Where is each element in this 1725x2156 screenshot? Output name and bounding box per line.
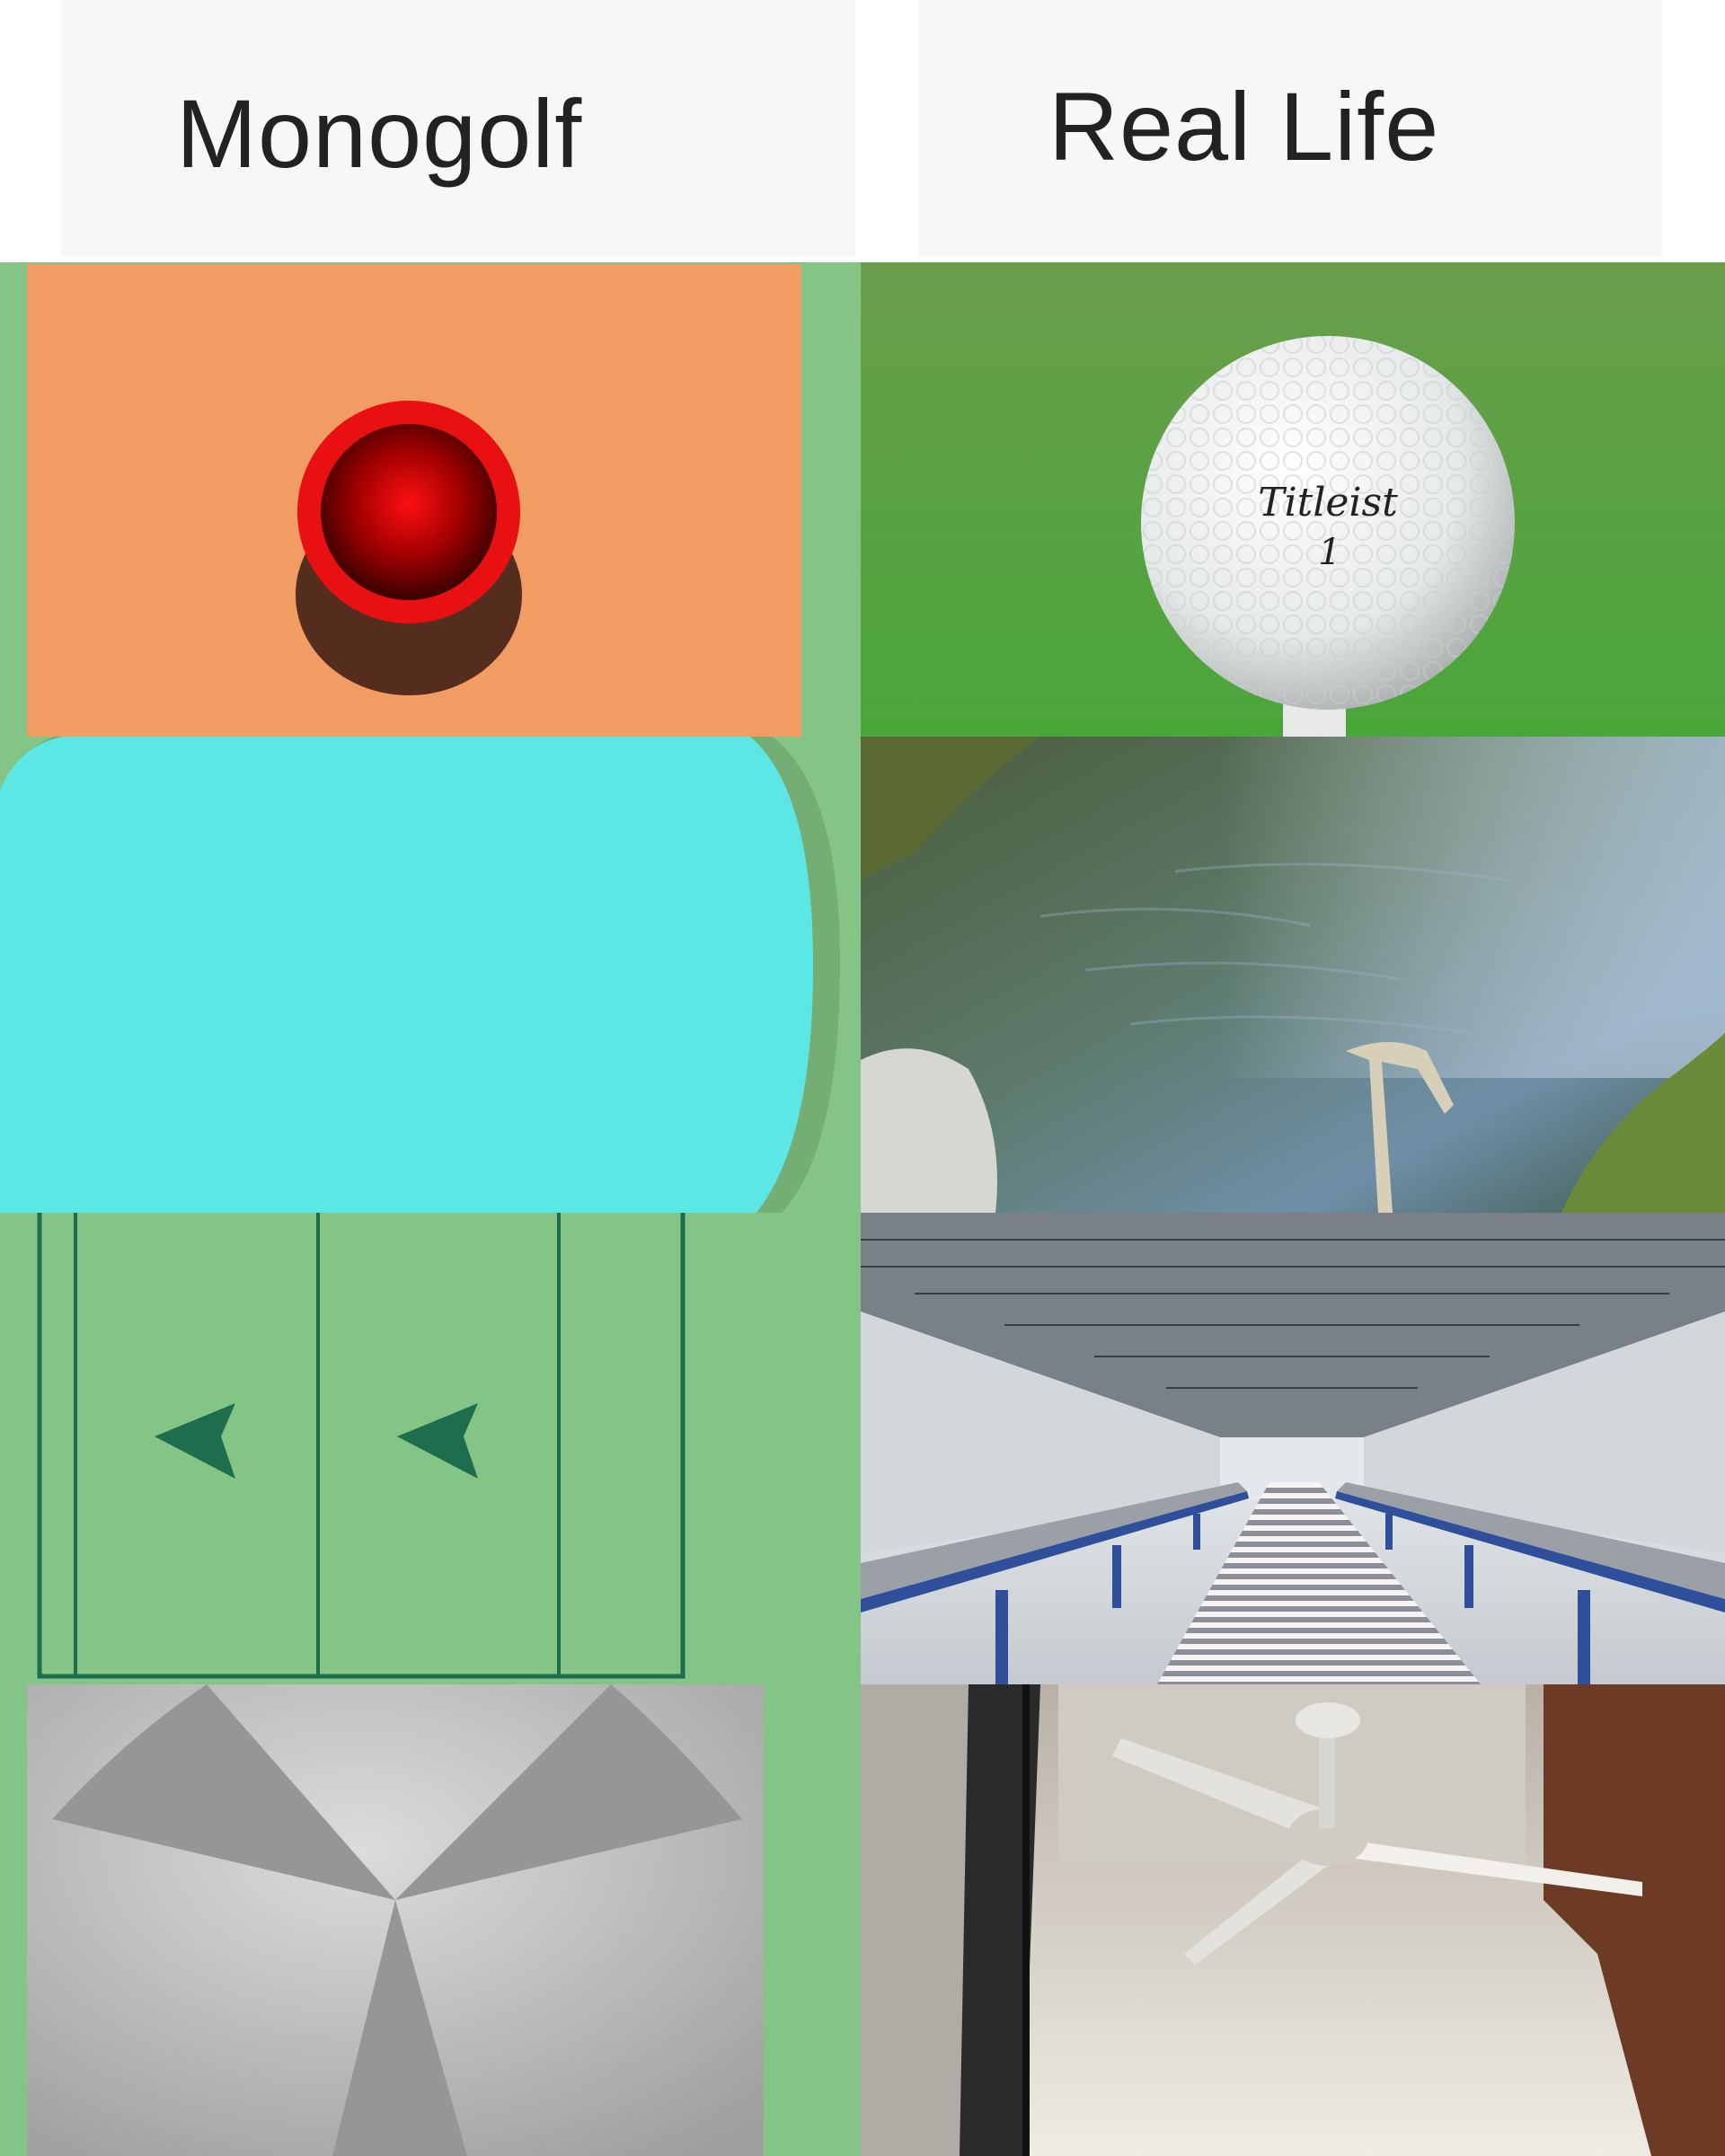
- ball-brand: Titleist: [1258, 480, 1398, 526]
- monogolf-water-panel: [0, 737, 862, 1213]
- monogolf-fan-panel: [0, 1684, 862, 2156]
- real-conveyor-panel: [861, 1213, 1725, 1684]
- monogolf-ball-panel: [0, 262, 862, 737]
- real-life-title: Real Life: [1048, 72, 1440, 181]
- header-monogolf: Monogolf: [61, 0, 855, 256]
- warehouse-conveyor-photo: [861, 1213, 1725, 1684]
- header-real-life: Real Life: [918, 0, 1662, 256]
- ball-center: [321, 424, 497, 600]
- ball-number: 1: [1318, 532, 1340, 573]
- conveyor-graphic: [0, 1213, 862, 1684]
- ceiling-fan-photo: [861, 1684, 1725, 2156]
- water-hazard-graphic: [0, 737, 862, 1213]
- golf-ball-photo: Titleist 1: [861, 262, 1725, 737]
- pond-photo: [861, 737, 1725, 1213]
- real-fan-panel: [861, 1684, 1725, 2156]
- fan-graphic: [0, 1684, 862, 2156]
- ball-tile-graphic: [0, 262, 862, 737]
- water-icon: [0, 737, 813, 1213]
- monogolf-title: Monogolf: [176, 79, 583, 188]
- real-pond-panel: [861, 737, 1725, 1213]
- real-golf-ball-panel: Titleist 1: [861, 262, 1725, 737]
- monogolf-conveyor-panel: [0, 1213, 862, 1684]
